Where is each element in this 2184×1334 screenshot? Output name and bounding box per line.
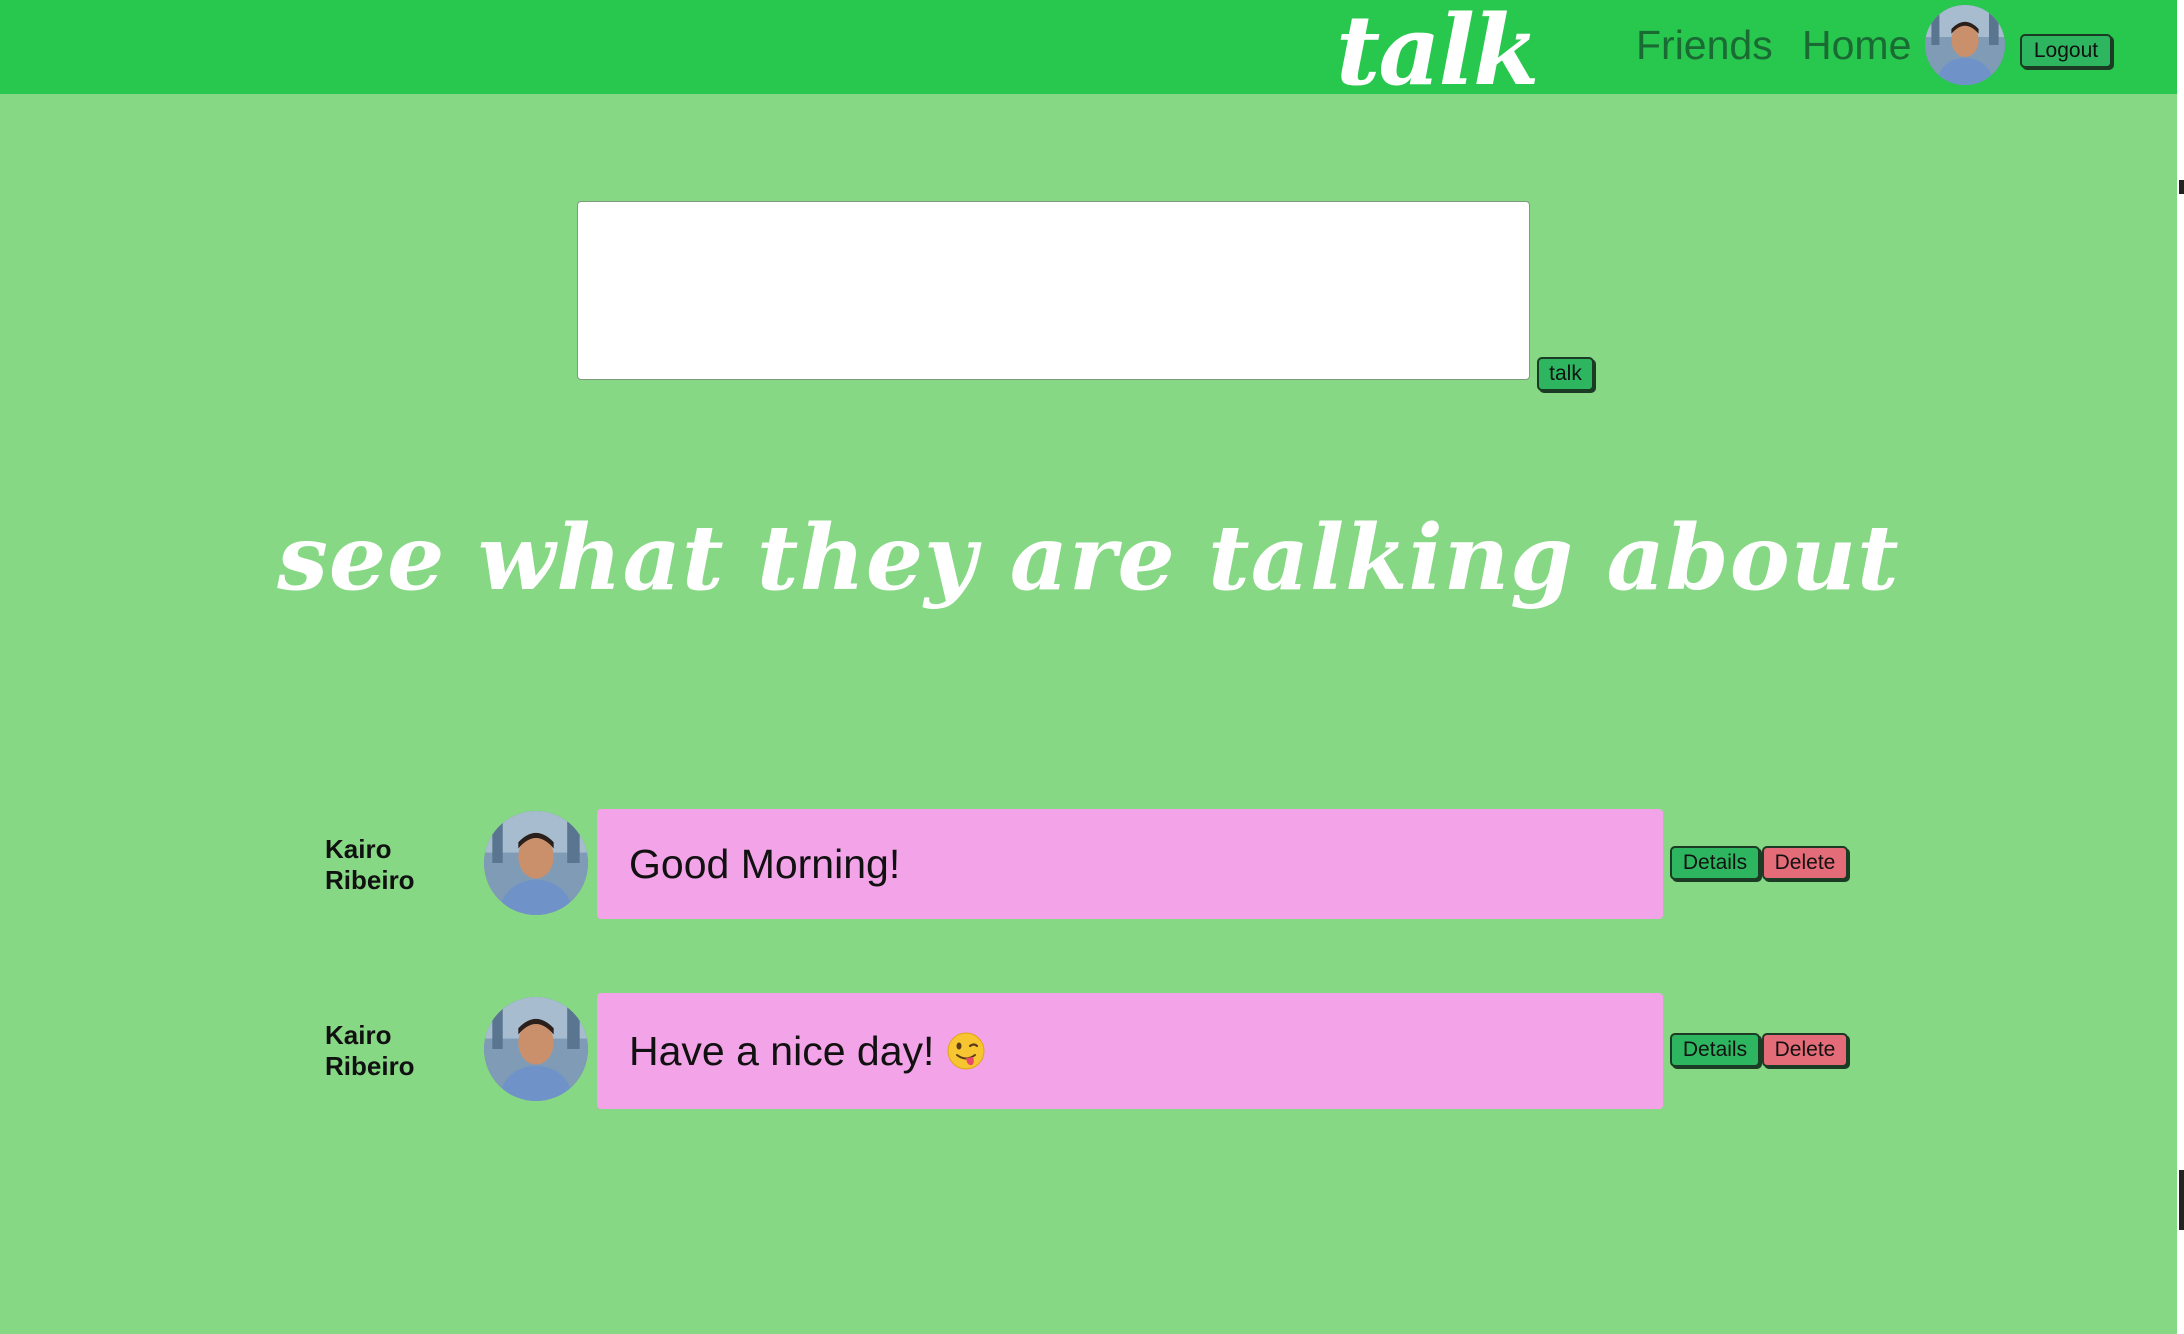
post-details-button[interactable]: Details (1670, 846, 1760, 880)
window-edge (2177, 0, 2184, 1334)
winking-face-with-tongue-icon (946, 1031, 986, 1071)
post-message-bubble: Good Morning! (597, 809, 1663, 919)
post-delete-button[interactable]: Delete (1762, 846, 1848, 880)
nav-friends-link[interactable]: Friends (1636, 22, 1773, 69)
post-author-name: Kairo Ribeiro (325, 834, 415, 895)
post-delete-button[interactable]: Delete (1762, 1033, 1848, 1067)
talk-submit-button[interactable]: talk (1537, 357, 1594, 391)
edge-mark (2179, 1170, 2184, 1230)
post-author-name: Kairo Ribeiro (325, 1020, 415, 1081)
nav-home-link[interactable]: Home (1802, 22, 1911, 69)
user-avatar-icon[interactable] (1925, 5, 2005, 85)
compose-input[interactable] (577, 201, 1530, 380)
feed-heading: see what they are talking about (277, 505, 1900, 611)
user-avatar-icon (484, 811, 588, 915)
post-message-text: Good Morning! (629, 840, 901, 887)
post-message-bubble: Have a nice day! (597, 993, 1663, 1109)
post-details-button[interactable]: Details (1670, 1033, 1760, 1067)
logout-button[interactable]: Logout (2020, 34, 2112, 68)
post-message-text: Have a nice day! (629, 1027, 935, 1074)
edge-mark (2179, 180, 2184, 194)
brand-logo[interactable]: talk (1336, 0, 1540, 107)
top-navigation-bar: talk Friends Home Logout (0, 0, 2177, 107)
page: talk Friends Home Logout talk see what t… (0, 0, 2177, 1334)
user-avatar-icon (484, 997, 588, 1101)
